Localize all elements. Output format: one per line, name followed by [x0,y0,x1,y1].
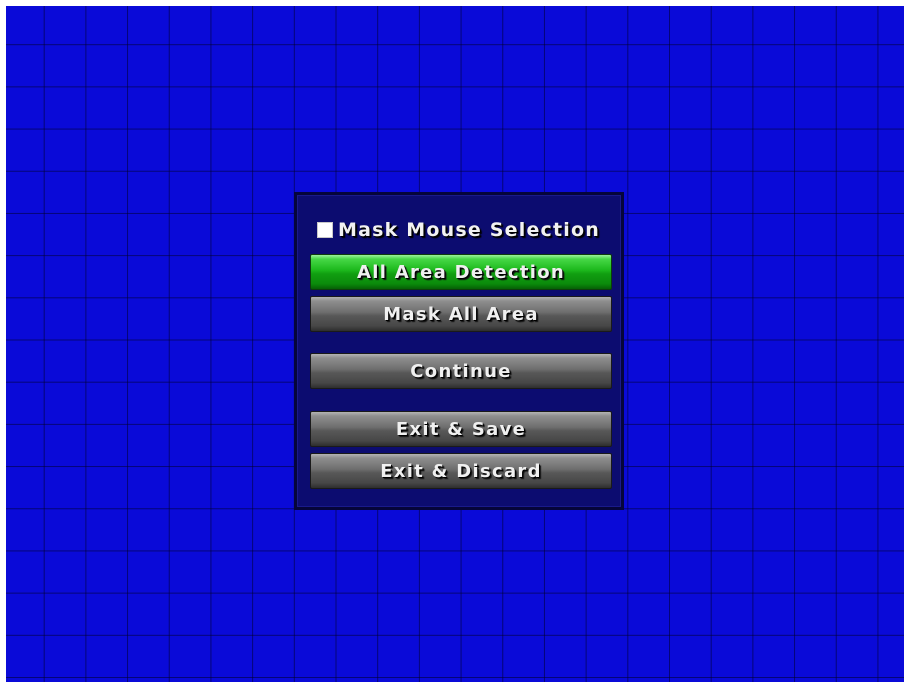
mask-menu-panel: Mask Mouse Selection All Area Detection … [294,192,624,510]
mask-mouse-selection-label: Mask Mouse Selection [338,219,600,241]
exit-and-discard-button[interactable]: Exit & Discard [310,453,612,489]
mask-all-area-button[interactable]: Mask All Area [310,296,612,332]
continue-button[interactable]: Continue [310,353,612,389]
exit-and-save-button[interactable]: Exit & Save [310,411,612,447]
motion-mask-grid[interactable]: Mask Mouse Selection All Area Detection … [6,6,904,682]
all-area-detection-button[interactable]: All Area Detection [310,254,612,290]
mask-mouse-selection-checkbox[interactable] [317,222,333,238]
mask-mouse-selection-toggle[interactable]: Mask Mouse Selection [317,215,600,245]
